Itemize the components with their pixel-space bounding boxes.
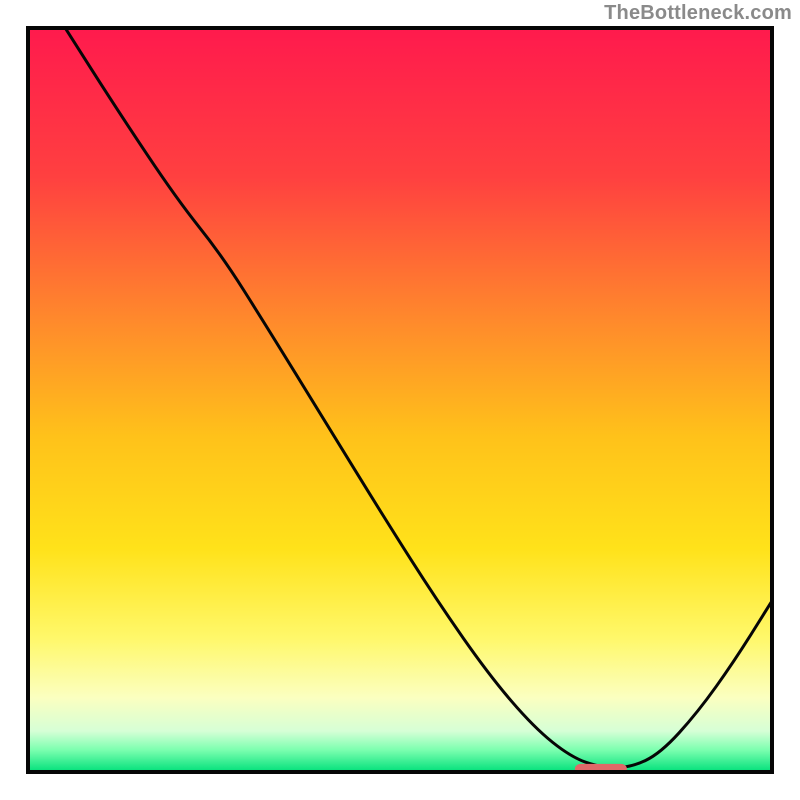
bottleneck-chart — [0, 0, 800, 800]
chart-container: { "attribution": "TheBottleneck.com", "c… — [0, 0, 800, 800]
chart-background — [28, 28, 772, 772]
